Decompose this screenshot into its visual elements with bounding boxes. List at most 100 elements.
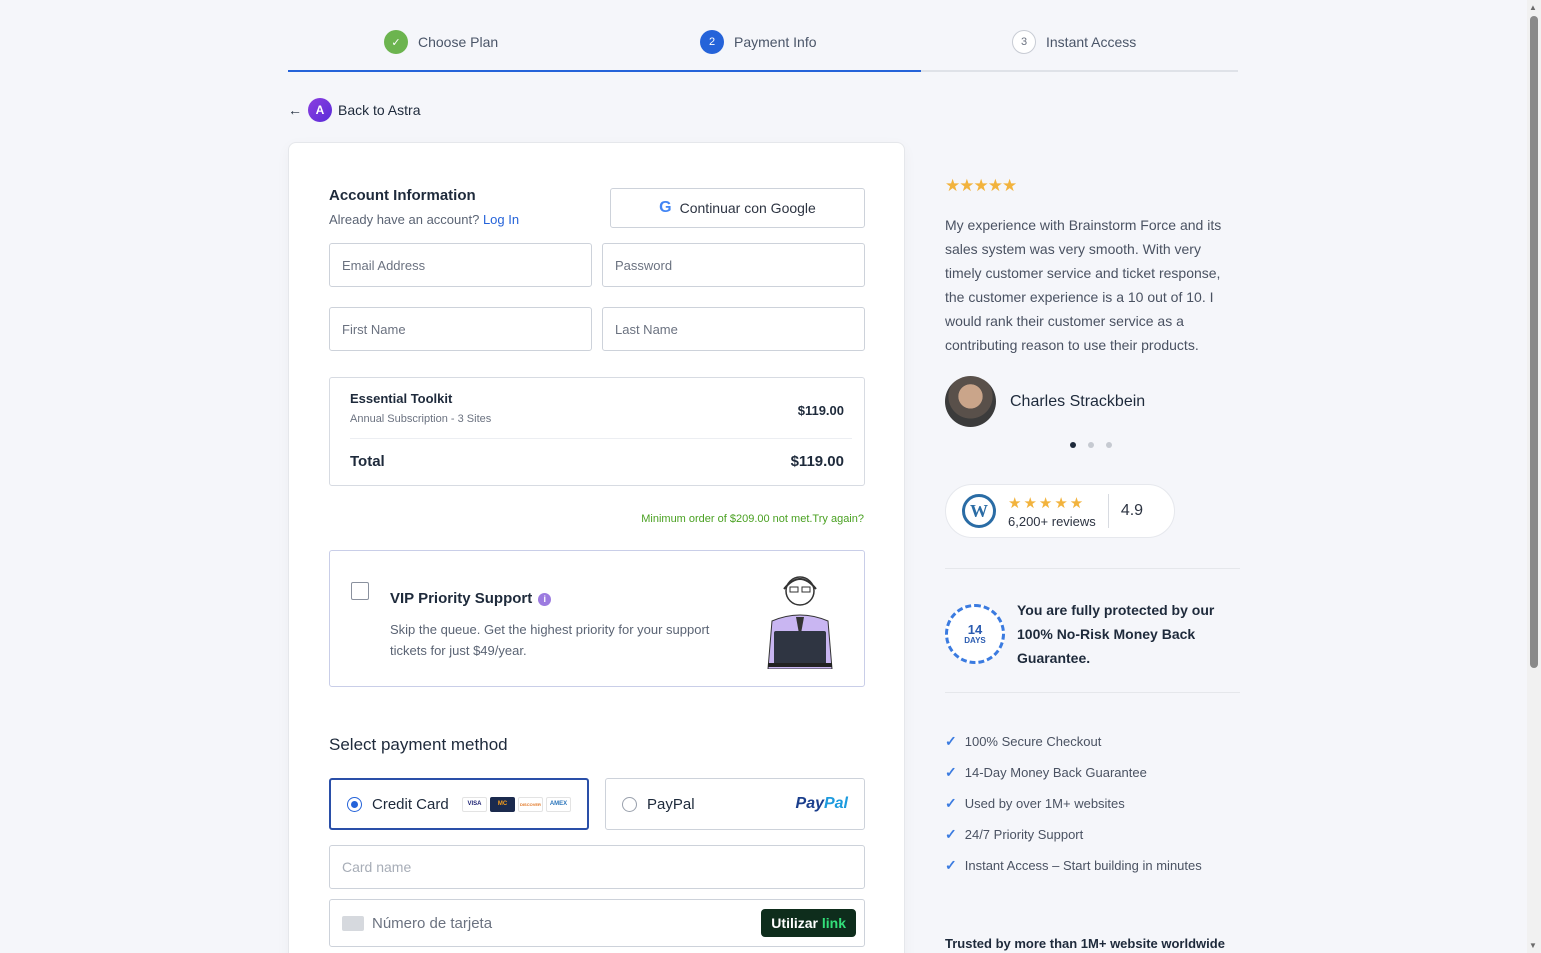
checkmark-icon: ✓ [945, 826, 957, 842]
checkout-card: Account Information Already have an acco… [288, 142, 905, 953]
checkmark-icon: ✓ [945, 795, 957, 811]
step-label: Instant Access [1046, 34, 1137, 50]
mastercard-icon: MC [490, 796, 515, 812]
author-name: Charles Strackbein [1010, 392, 1146, 410]
min-order-message[interactable]: Minimum order of $209.00 not met.Try aga… [641, 513, 864, 525]
visa-icon: VISA [462, 796, 487, 812]
discover-icon: DISCOVER [518, 796, 543, 812]
step-number: 2 [700, 30, 724, 54]
scroll-up-icon[interactable]: ▲ [1529, 3, 1537, 12]
vip-title-text: VIP Priority Support [390, 590, 533, 607]
divider [945, 568, 1240, 569]
step-choose-plan[interactable]: ✓ Choose Plan [384, 30, 498, 54]
total-label: Total [350, 453, 385, 470]
vip-description: Skip the queue. Get the highest priority… [390, 622, 710, 658]
wordpress-icon: W [962, 494, 996, 528]
list-item: ✓ Instant Access – Start building in minu… [945, 850, 1202, 881]
page-scrollbar[interactable]: ▲ ▼ [1527, 0, 1541, 953]
email-field[interactable]: Email Address [329, 243, 592, 287]
total-price: $119.00 [790, 453, 844, 470]
seal-number: 14 [967, 621, 983, 637]
progress-active-line [288, 70, 921, 72]
amex-icon: AMEX [546, 796, 571, 812]
list-item: ✓ 100% Secure Checkout [945, 726, 1202, 757]
step-number: 3 [1012, 30, 1036, 54]
carousel-dot[interactable] [1088, 442, 1094, 448]
paypal-logo-icon: PayPal [795, 795, 848, 812]
carousel-dots [1070, 442, 1112, 448]
benefit-text: Instant Access – Start building in minut… [964, 858, 1202, 873]
paypal-option[interactable]: PayPal PayPal [605, 778, 865, 830]
checkout-progress: ✓ Choose Plan 2 Payment Info 3 Instant A… [288, 0, 1238, 72]
guarantee-text: You are fully protected by our 100% No-R… [1017, 602, 1215, 666]
payment-method-title: Select payment method [329, 735, 508, 754]
benefit-text: 24/7 Priority Support [964, 827, 1084, 842]
benefits-list: ✓ 100% Secure Checkout ✓ 14-Day Money Back… [945, 726, 1202, 881]
divider [1107, 494, 1109, 528]
account-title: Account Information [329, 187, 476, 204]
carousel-dot[interactable] [1070, 442, 1076, 448]
seal-unit: DAYS [964, 635, 986, 645]
order-summary: Essential Toolkit Annual Subscription - … [329, 377, 865, 486]
carousel-dot[interactable] [1106, 442, 1112, 448]
benefit-text: Used by over 1M+ websites [964, 796, 1125, 811]
divider [350, 438, 852, 439]
testimonial-stars: ★★★★★ [945, 176, 1017, 195]
scroll-down-icon[interactable]: ▼ [1529, 941, 1537, 950]
info-icon[interactable]: i [538, 592, 552, 606]
step-instant-access: 3 Instant Access [1012, 30, 1136, 54]
vip-checkbox[interactable] [351, 582, 369, 600]
google-icon: G [659, 199, 672, 216]
step-label: Payment Info [734, 34, 817, 50]
back-link[interactable]: ← A Back to Astra [288, 98, 420, 122]
scrollbar-thumb[interactable] [1530, 16, 1538, 668]
benefit-text: 100% Secure Checkout [964, 734, 1102, 749]
review-count: 6,200+ reviews [1008, 513, 1096, 529]
avatar [945, 376, 996, 427]
radio-selected[interactable] [347, 796, 362, 812]
list-item: ✓ 24/7 Priority Support [945, 819, 1202, 850]
google-signin-button[interactable]: G Continuar con Google [610, 188, 865, 228]
divider [945, 692, 1240, 693]
have-account-text: Already have an account? [329, 212, 480, 227]
rating-block: ★★★★★ 6,200+ reviews [1008, 494, 1096, 529]
arrow-left-icon: ← [288, 102, 302, 118]
google-button-label: Continuar con Google [679, 200, 816, 216]
radio-unselected[interactable] [622, 796, 637, 812]
password-field[interactable]: Password [602, 243, 865, 287]
card-number-field[interactable]: Número de tarjeta Utilizar link [329, 899, 865, 947]
support-agent-illustration-icon [767, 576, 833, 669]
credit-card-label: Credit Card [372, 795, 449, 813]
checkmark-icon: ✓ [945, 857, 957, 873]
testimonial-quote: My experience with Brainstorm Force and … [945, 217, 1222, 353]
product-subtitle: Annual Subscription - 3 Sites [350, 413, 492, 425]
list-item: ✓ 14-Day Money Back Guarantee [945, 757, 1202, 788]
checkmark-icon: ✓ [945, 733, 957, 749]
benefit-text: 14-Day Money Back Guarantee [964, 765, 1147, 780]
product-name: Essential Toolkit [350, 391, 453, 406]
account-subtitle: Already have an account? Log In [329, 212, 519, 227]
back-label: Back to Astra [338, 102, 421, 118]
step-label: Choose Plan [418, 34, 499, 50]
card-brands: VISA MC DISCOVER AMEX [462, 796, 571, 812]
testimonial-author: Charles Strackbein [945, 376, 1145, 427]
trusted-heading: Trusted by more than 1M+ website worldwi… [945, 936, 1225, 951]
vip-title: VIP Priority Support i [390, 590, 552, 607]
guarantee-seal-icon: 14 DAYS [945, 604, 1005, 664]
check-icon: ✓ [384, 30, 408, 54]
vip-support-upsell: VIP Priority Support i Skip the queue. Ge… [329, 550, 865, 687]
wordpress-rating-badge: W ★★★★★ 6,200+ reviews 4.9 [945, 484, 1175, 538]
login-link[interactable]: Log In [483, 212, 519, 227]
list-item: ✓ Used by over 1M+ websites [945, 788, 1202, 819]
product-price: $119.00 [797, 403, 844, 418]
rating-score: 4.9 [1120, 502, 1144, 519]
card-number-placeholder: Número de tarjeta [372, 914, 493, 932]
card-name-field[interactable]: Card name [329, 845, 865, 889]
link-pay-button[interactable]: Utilizar link [761, 909, 856, 937]
last-name-field[interactable]: Last Name [602, 307, 865, 351]
paypal-label: PayPal [647, 795, 695, 813]
first-name-field[interactable]: First Name [329, 307, 592, 351]
credit-card-icon [342, 915, 364, 931]
credit-card-option[interactable]: Credit Card VISA MC DISCOVER AMEX [329, 778, 589, 830]
astra-logo-icon: A [308, 98, 332, 122]
